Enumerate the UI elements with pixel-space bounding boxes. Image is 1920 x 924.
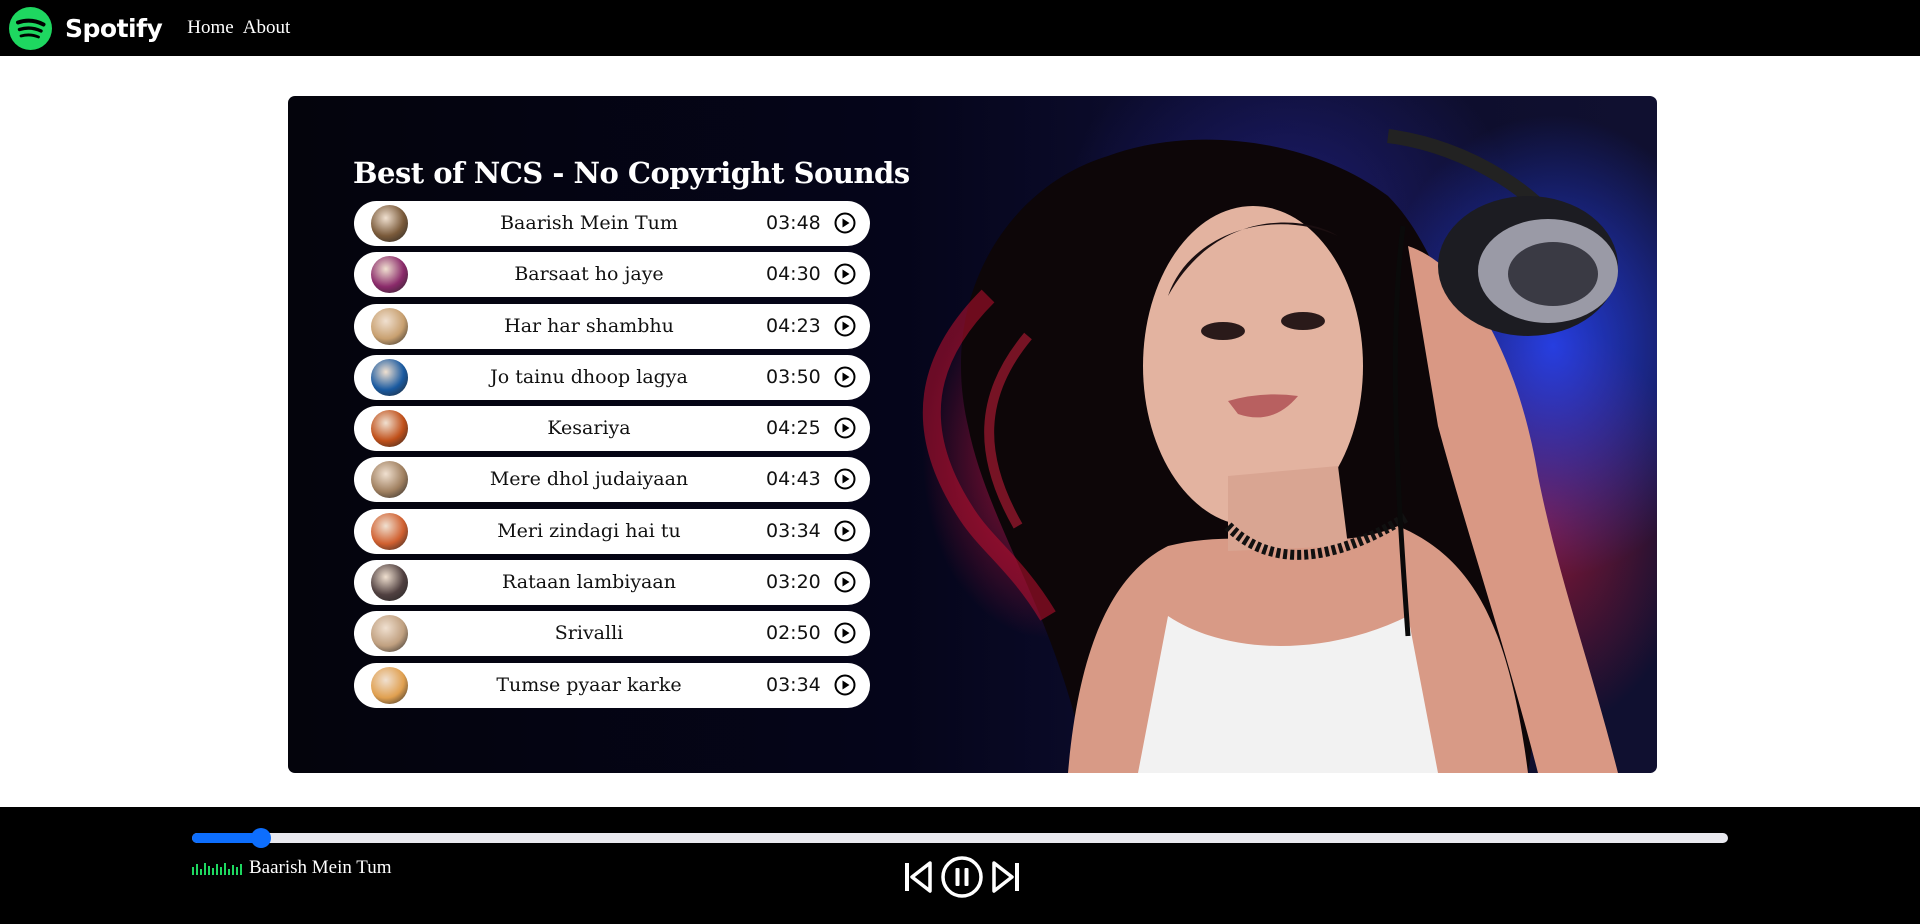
song-name: Barsaat ho jaye — [514, 263, 664, 286]
song-name: Rataan lambiyaan — [502, 571, 676, 594]
equalizer-icon — [192, 863, 242, 875]
nav-link-about[interactable]: About — [243, 17, 291, 39]
song-name: Srivalli — [554, 622, 624, 645]
nav-link-home[interactable]: Home — [187, 17, 233, 39]
song-item[interactable]: Jo tainu dhoop lagya 03:50 — [354, 354, 870, 400]
song-name: Tumse pyaar karke — [496, 673, 682, 696]
play-circle-icon[interactable] — [834, 315, 856, 337]
song-name: Kesariya — [547, 417, 631, 440]
song-cover-image — [371, 205, 408, 242]
song-cover-image — [371, 615, 408, 653]
play-circle-icon[interactable] — [834, 366, 856, 388]
song-cover-image — [371, 564, 408, 602]
song-cover-image — [371, 410, 408, 448]
playback-controls — [904, 855, 1020, 899]
song-duration: 03:34 — [766, 673, 821, 696]
play-circle-icon[interactable] — [834, 212, 856, 234]
song-name: Mere dhol judaiyaan — [489, 468, 689, 491]
player-bar: Baarish Mein Tum — [0, 807, 1920, 924]
song-cover-image — [371, 358, 408, 396]
play-circle-icon[interactable] — [834, 622, 856, 644]
nav-links: Home About — [187, 17, 290, 39]
now-playing-title: Baarish Mein Tum — [249, 857, 392, 878]
song-list: Baarish Mein Tum 03:48 Barsaat ho jaye 04:3… — [354, 201, 870, 714]
song-duration: 04:23 — [766, 314, 821, 337]
song-cover-image — [371, 666, 408, 704]
progress-thumb[interactable] — [251, 828, 272, 848]
song-duration: 04:30 — [766, 263, 821, 286]
song-name: Baarish Mein Tum — [500, 212, 678, 234]
song-item[interactable]: Meri zindagi hai tu 03:34 — [354, 508, 870, 554]
brand[interactable]: Spotify — [9, 6, 163, 50]
hero-banner: Best of NCS - No Copyright Sounds Baaris… — [288, 96, 1657, 773]
song-item[interactable]: Tumse pyaar karke 03:34 — [354, 662, 870, 708]
song-duration: 03:20 — [766, 571, 821, 594]
brand-name: Spotify — [65, 13, 163, 43]
skip-previous-icon[interactable] — [904, 861, 932, 893]
song-item[interactable]: Mere dhol judaiyaan 04:43 — [354, 457, 870, 503]
song-cover-image — [371, 512, 408, 550]
play-circle-icon[interactable] — [834, 571, 856, 593]
song-name: Jo tainu dhoop lagya — [490, 365, 688, 388]
song-duration: 03:48 — [766, 212, 821, 234]
skip-next-icon[interactable] — [992, 861, 1020, 893]
song-item[interactable]: Kesariya 04:25 — [354, 406, 870, 452]
song-cover-image — [371, 307, 408, 345]
playlist-title: Best of NCS - No Copyright Sounds — [353, 156, 910, 190]
song-duration: 03:34 — [766, 519, 821, 542]
play-circle-icon[interactable] — [834, 674, 856, 696]
song-item[interactable]: Srivalli 02:50 — [354, 611, 870, 657]
song-duration: 04:25 — [766, 417, 821, 440]
song-item[interactable]: Baarish Mein Tum 03:48 — [354, 201, 870, 246]
song-duration: 04:43 — [766, 468, 821, 491]
spotify-logo-icon — [9, 6, 52, 50]
now-playing: Baarish Mein Tum — [192, 857, 392, 879]
song-cover-image — [371, 461, 408, 499]
progress-slider[interactable] — [192, 828, 1728, 848]
song-item[interactable]: Har har shambhu 04:23 — [354, 303, 870, 349]
play-circle-icon[interactable] — [834, 520, 856, 542]
navbar: Spotify Home About — [0, 0, 1920, 56]
song-duration: 02:50 — [766, 622, 821, 645]
pause-circle-icon[interactable] — [940, 855, 984, 899]
song-name: Meri zindagi hai tu — [497, 519, 681, 542]
play-circle-icon[interactable] — [834, 263, 856, 285]
song-item[interactable]: Rataan lambiyaan 03:20 — [354, 560, 870, 606]
song-duration: 03:50 — [766, 365, 821, 388]
song-name: Har har shambhu — [504, 314, 674, 337]
play-circle-icon[interactable] — [834, 468, 856, 490]
song-cover-image — [371, 256, 408, 294]
play-circle-icon[interactable] — [834, 417, 856, 439]
song-item[interactable]: Barsaat ho jaye 04:30 — [354, 252, 870, 298]
